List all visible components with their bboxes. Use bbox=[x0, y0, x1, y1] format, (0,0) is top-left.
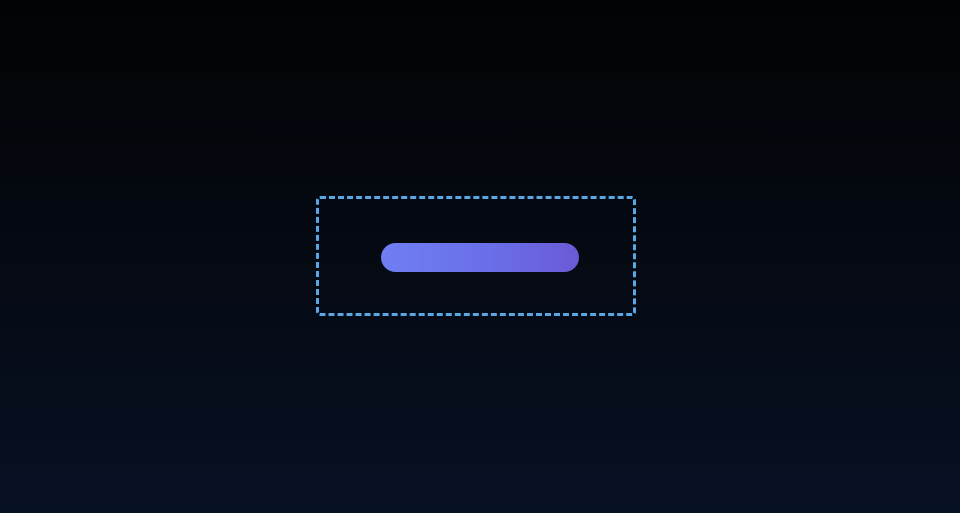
canvas bbox=[0, 0, 960, 513]
pill-button[interactable] bbox=[381, 243, 579, 272]
